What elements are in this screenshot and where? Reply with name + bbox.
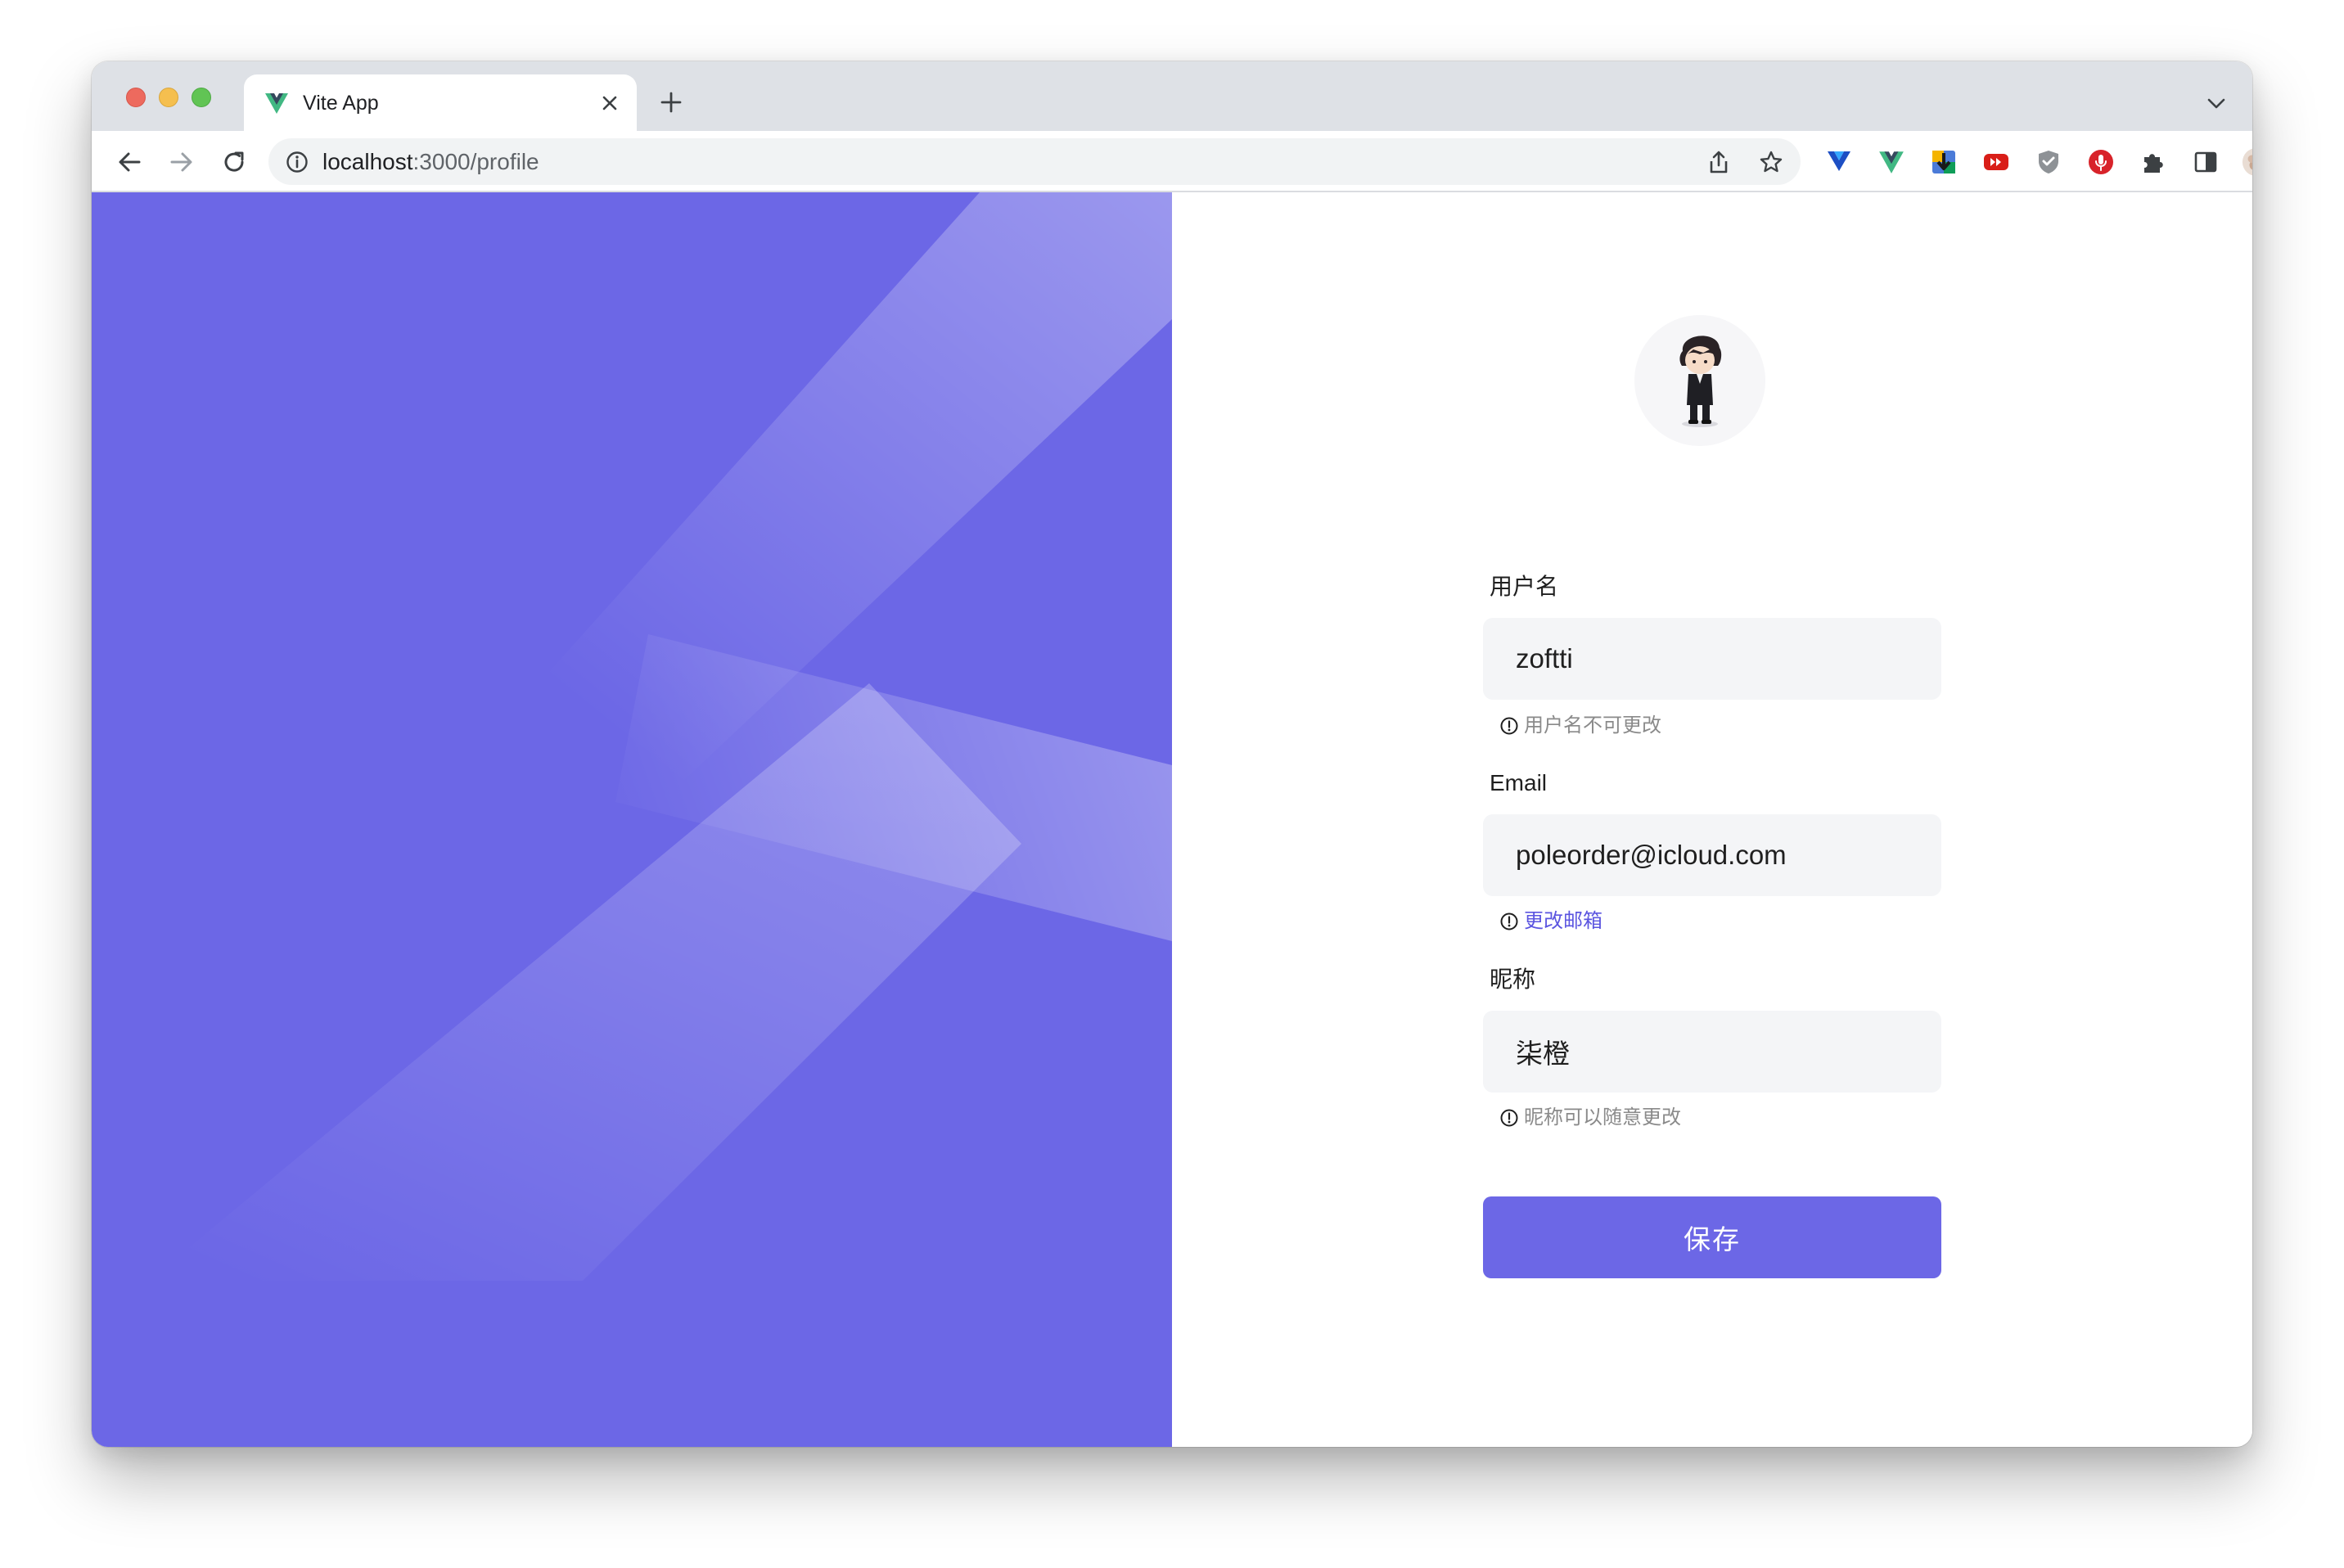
save-button[interactable]: 保存 [1483, 1196, 1941, 1278]
nickname-field[interactable] [1483, 1011, 1941, 1093]
shield-icon[interactable] [2033, 146, 2064, 178]
nickname-label: 昵称 [1490, 966, 1536, 992]
profile-form-panel: 用户名 用户名不可更改 Email 更改邮箱 昵称 昵称可以随意更改 保存 [1172, 192, 2252, 1447]
browser-window: Vite App localhost:3000/profile 用户名 zoft… [92, 61, 2252, 1447]
vue-devtools-icon[interactable] [1876, 146, 1907, 178]
tab-title: Vite App [303, 92, 379, 115]
username-hint-text: 用户名不可更改 [1524, 714, 1661, 737]
side-panel-icon[interactable] [2190, 146, 2221, 178]
email-field[interactable] [1483, 814, 1941, 896]
info-circle-icon [1500, 912, 1518, 930]
url-text: localhost:3000/profile [322, 148, 539, 176]
info-icon[interactable] [285, 150, 309, 174]
close-window-button[interactable] [126, 88, 146, 107]
change-email-link-text[interactable]: 更改邮箱 [1524, 909, 1602, 934]
info-circle-icon [1500, 1109, 1518, 1127]
hero-background-shapes [149, 192, 1172, 1281]
close-tab-icon[interactable] [596, 89, 624, 117]
address-bar[interactable]: localhost:3000/profile [268, 138, 1801, 185]
page-viewport: 用户名 用户名不可更改 Email 更改邮箱 昵称 昵称可以随意更改 保存 [92, 192, 2252, 1447]
microphone-extension-icon[interactable] [2085, 146, 2116, 178]
vue-logo-icon [265, 93, 288, 114]
avatar-character-image [1634, 315, 1765, 446]
back-arrow-icon[interactable] [111, 144, 147, 180]
maximize-window-button[interactable] [192, 88, 211, 107]
minimize-window-button[interactable] [159, 88, 178, 107]
profile-avatar-icon[interactable] [2241, 146, 2252, 178]
puzzle-piece-icon[interactable] [2138, 146, 2169, 178]
share-icon[interactable] [1702, 146, 1735, 178]
chevron-down-icon[interactable] [2203, 91, 2229, 117]
forward-arrow-icon[interactable] [164, 144, 200, 180]
change-email-link[interactable]: 更改邮箱 [1499, 909, 1602, 934]
download-extension-icon[interactable] [1928, 146, 1959, 178]
email-label: Email [1490, 770, 1548, 795]
avatar[interactable] [1634, 315, 1765, 446]
nickname-hint-text: 昵称可以随意更改 [1524, 1106, 1681, 1129]
new-tab-icon[interactable] [655, 86, 687, 119]
url-host: localhost [322, 149, 413, 174]
video-extension-icon[interactable] [1981, 146, 2012, 178]
browser-toolbar: localhost:3000/profile [92, 131, 2252, 192]
username-label: 用户名 [1490, 574, 1559, 599]
info-circle-icon [1500, 717, 1518, 735]
reload-icon[interactable] [216, 144, 252, 180]
extension-y-icon[interactable] [1823, 146, 1855, 178]
nickname-hint: 昵称可以随意更改 [1499, 1106, 1681, 1130]
tab-strip: Vite App [92, 61, 2252, 131]
decorative-hero-panel [92, 192, 1172, 1447]
username-field[interactable] [1483, 618, 1941, 700]
url-path: :3000/profile [412, 149, 539, 174]
browser-tab[interactable]: Vite App [244, 74, 637, 131]
bookmark-star-icon[interactable] [1755, 146, 1787, 178]
username-hint: 用户名不可更改 [1499, 714, 1661, 738]
